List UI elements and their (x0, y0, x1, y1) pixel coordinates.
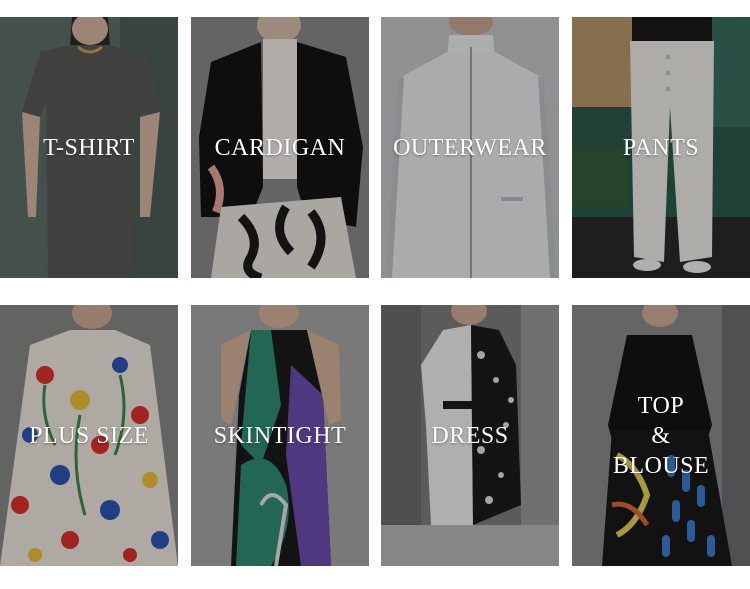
category-tile-outerwear[interactable]: OUTERWEAR (381, 17, 559, 278)
category-label-t-shirt: T-SHIRT (43, 134, 135, 161)
category-tile-top-blouse[interactable]: TOP & BLOUSE (572, 305, 750, 566)
category-tile-plus-size[interactable]: PLUS SIZE (0, 305, 178, 566)
category-label-top-blouse: TOP & BLOUSE (612, 392, 710, 479)
category-label-skintight: SKINTIGHT (213, 422, 347, 449)
category-tile-pants[interactable]: PANTS (572, 17, 750, 278)
category-label-cardigan: CARDIGAN (214, 134, 346, 161)
category-tile-skintight[interactable]: SKINTIGHT (191, 305, 369, 566)
category-label-plus-size: PLUS SIZE (29, 422, 149, 449)
category-tile-cardigan[interactable]: CARDIGAN (191, 17, 369, 278)
category-tile-t-shirt[interactable]: T-SHIRT (0, 17, 178, 278)
category-label-pants: PANTS (622, 134, 700, 161)
category-label-outerwear: OUTERWEAR (393, 134, 547, 161)
category-tile-dress[interactable]: DRESS (381, 305, 559, 566)
category-label-dress: DRESS (431, 422, 509, 449)
